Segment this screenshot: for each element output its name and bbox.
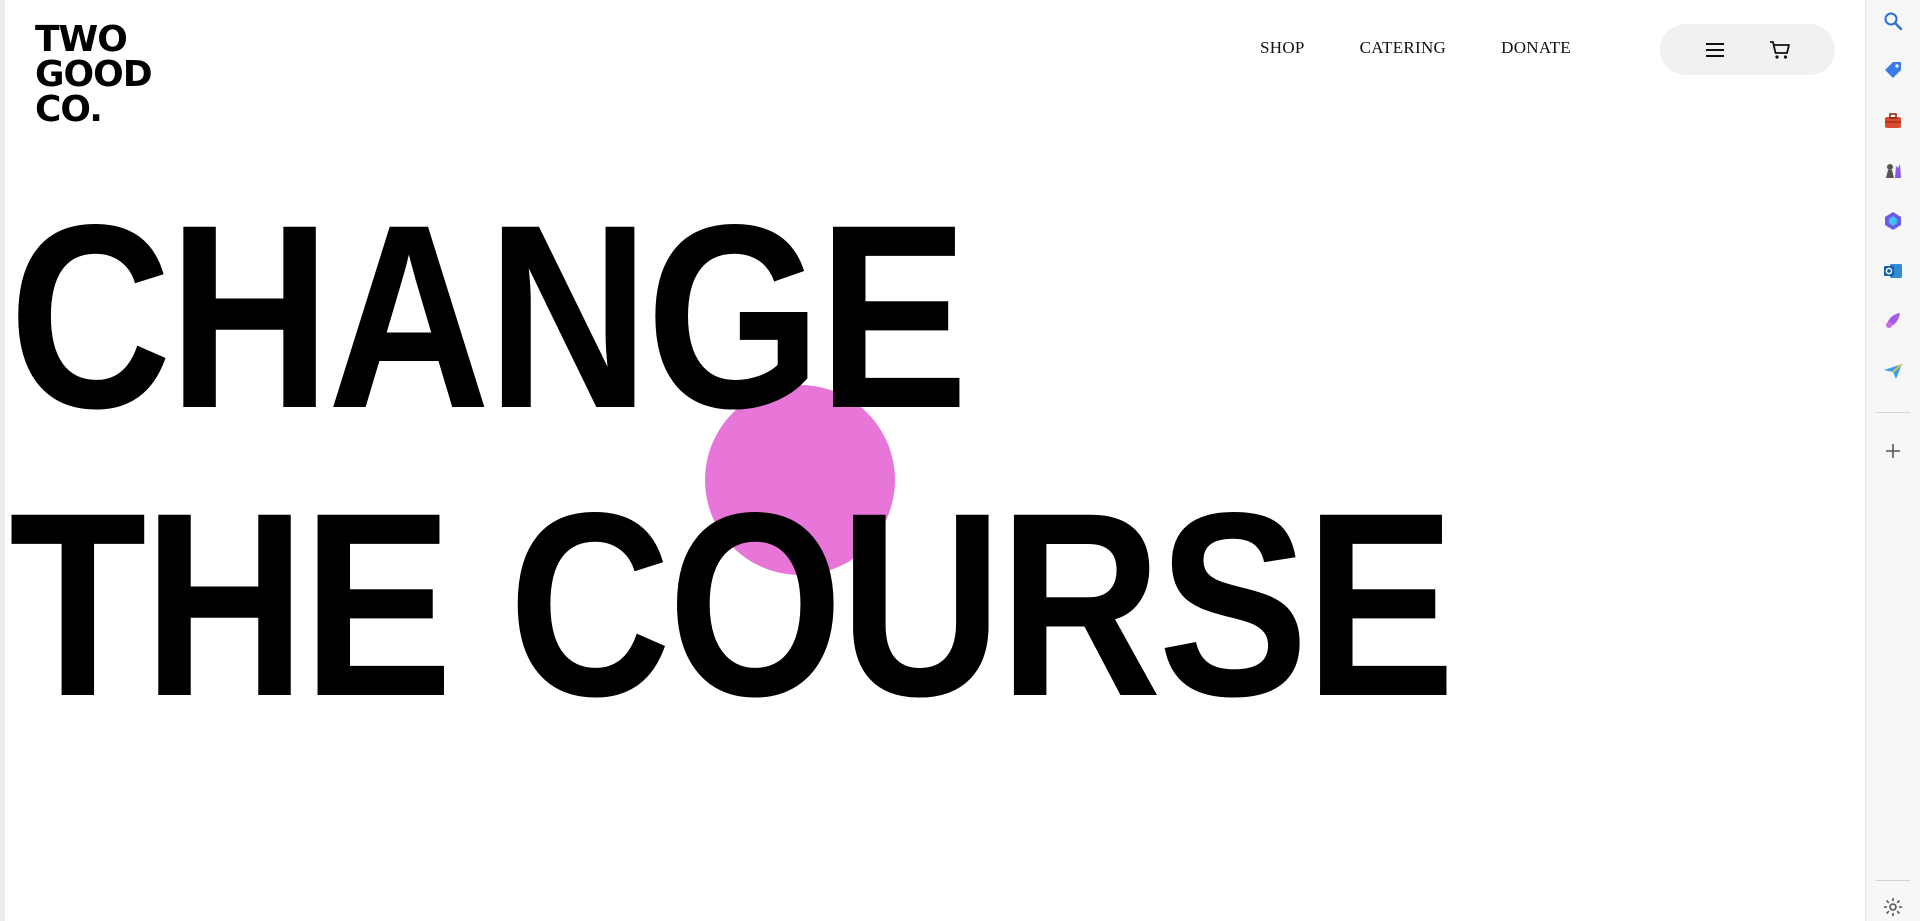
outlook-icon[interactable] (1882, 260, 1904, 282)
hero-headline-line-2: THE COURSE (9, 458, 1455, 751)
main-nav: SHOP CATERING DONATE (1260, 38, 1571, 58)
chess-icon[interactable] (1882, 160, 1904, 182)
logo-line-1: TWO (35, 19, 128, 60)
briefcase-icon[interactable] (1882, 110, 1904, 132)
menu-icon (1705, 42, 1724, 57)
accent-circle (705, 385, 895, 575)
browser-sidebar (1865, 0, 1920, 921)
copilot-icon[interactable] (1882, 210, 1904, 232)
logo-line-2: GOOD (35, 54, 153, 95)
tag-icon[interactable] (1882, 60, 1904, 82)
nav-catering-link[interactable]: CATERING (1360, 38, 1446, 58)
nav-actions (1660, 24, 1835, 75)
nav-shop-link[interactable]: SHOP (1260, 38, 1305, 58)
sidebar-separator-bottom (1876, 880, 1910, 881)
cart-icon (1770, 40, 1791, 59)
brand-logo[interactable]: TWO GOOD CO. (35, 19, 175, 130)
menu-button[interactable] (1700, 35, 1730, 65)
add-icon[interactable] (1882, 440, 1904, 462)
hero: CHANGE THE COURSE (5, 0, 1865, 921)
search-icon[interactable] (1882, 10, 1904, 32)
sidebar-separator (1876, 412, 1910, 413)
page: TWO GOOD CO. SHOP CATERING DONATE CHANGE… (5, 0, 1865, 921)
hero-headline-line-1: CHANGE (9, 170, 968, 463)
designer-icon[interactable] (1882, 310, 1904, 332)
settings-icon[interactable] (1882, 896, 1904, 918)
send-icon[interactable] (1882, 360, 1904, 382)
logo-line-3: CO. (35, 89, 103, 130)
nav-donate-link[interactable]: DONATE (1501, 38, 1571, 58)
cart-button[interactable] (1765, 35, 1795, 65)
